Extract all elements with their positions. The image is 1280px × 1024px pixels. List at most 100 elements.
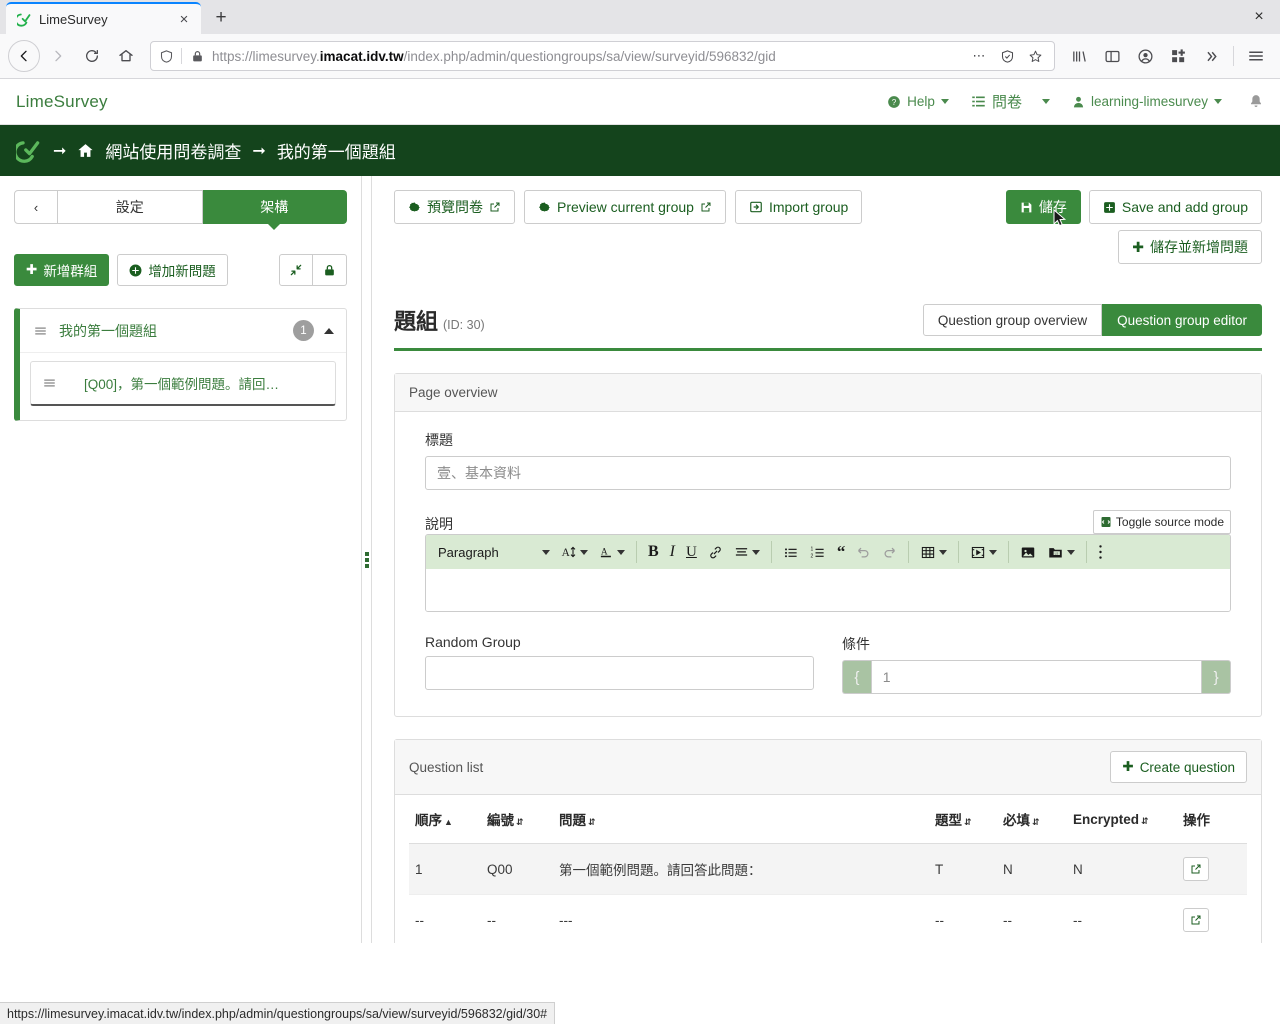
sidebar-tab-structure[interactable]: 架構 [202, 190, 347, 230]
table-row[interactable]: -- -- --- -- -- -- [409, 894, 1247, 943]
align-icon[interactable] [730, 539, 764, 565]
extensions-add-icon[interactable] [1162, 40, 1194, 72]
open-external-icon[interactable] [1183, 908, 1209, 932]
toolbar-divider [636, 541, 637, 563]
col-type-label: 題型 [935, 813, 962, 828]
back-button[interactable] [8, 40, 40, 72]
condition-input[interactable]: 1 [870, 660, 1203, 694]
col-encrypted[interactable]: Encrypted ⇵ [1067, 795, 1177, 844]
toolbar-divider [770, 541, 772, 563]
sidebar-collapse-button[interactable]: ‹ [14, 190, 58, 224]
description-editor-content[interactable] [426, 569, 1230, 611]
cell-order: -- [409, 894, 481, 943]
italic-icon[interactable]: I [666, 539, 679, 565]
save-and-add-question-button[interactable]: ✚ 儲存並新增問題 [1118, 230, 1262, 264]
preview-current-group-button[interactable]: Preview current group [524, 190, 726, 224]
col-order[interactable]: 順序 ▲ [409, 795, 481, 844]
browser-tab[interactable]: LimeSurvey × [6, 2, 201, 34]
tracking-protection-icon[interactable] [994, 43, 1020, 69]
reload-button[interactable] [76, 40, 108, 72]
limesurvey-logo-icon[interactable] [16, 138, 42, 164]
drag-handle-icon[interactable] [32, 324, 49, 338]
create-question-button[interactable]: ✚ Create question [1110, 751, 1247, 783]
hamburger-menu-icon[interactable] [1240, 40, 1272, 72]
user-menu[interactable]: learning-limesurvey [1072, 94, 1222, 109]
random-group-input[interactable] [425, 656, 814, 690]
main-content: 預覽問卷 Preview current group Import group … [372, 176, 1280, 943]
group-tree-question-item[interactable]: [Q00]，第一個範例問題。請回… [30, 361, 336, 406]
bold-icon[interactable]: B [644, 539, 663, 565]
bookmark-star-icon[interactable] [1022, 43, 1048, 69]
table-icon[interactable] [916, 539, 951, 565]
redo-icon[interactable] [878, 539, 901, 565]
help-menu[interactable]: ? Help [887, 94, 949, 109]
drag-handle-icon[interactable] [41, 376, 58, 390]
library-icon[interactable] [1063, 40, 1095, 72]
blockquote-icon[interactable]: “ [833, 539, 850, 565]
url-bar[interactable]: https://limesurvey.imacat.idv.tw/index.p… [150, 41, 1055, 71]
cell-mandatory: N [997, 843, 1067, 895]
paragraph-style-dropdown[interactable]: Paragraph [434, 539, 554, 565]
chevron-up-icon[interactable] [324, 327, 334, 334]
toggle-source-mode-button[interactable]: Toggle source mode [1092, 510, 1231, 534]
breadcrumb-group[interactable]: 我的第一個題組 [277, 138, 396, 163]
title-input[interactable]: 壹、基本資料 [425, 456, 1231, 490]
col-actions: 操作 [1177, 795, 1247, 844]
sidebar-icon[interactable] [1096, 40, 1128, 72]
file-icon[interactable]: LS [1043, 539, 1079, 565]
link-icon[interactable] [704, 539, 727, 565]
table-header: 順序 ▲ 編號 ⇵ 問題 ⇵ 題型 ⇵ 必填 ⇵ Encrypted ⇵ 操作 [409, 795, 1247, 844]
text-color-icon[interactable]: A [595, 539, 629, 565]
underline-icon[interactable]: U [682, 539, 701, 565]
col-question[interactable]: 問題 ⇵ [553, 795, 929, 844]
table-row[interactable]: 1 Q00 第一個範例問題。請回答此問題： T N N [409, 843, 1247, 895]
font-size-icon[interactable]: A [557, 539, 592, 565]
app-top-bar: LimeSurvey ? Help 問卷 learning-limesurvey [0, 79, 1280, 125]
close-icon[interactable]: × [175, 10, 193, 28]
notifications-bell-icon[interactable] [1248, 93, 1264, 110]
breadcrumb-survey[interactable]: 網站使用問卷調查 [105, 138, 241, 163]
save-button[interactable]: 儲存 [1005, 190, 1081, 224]
survey-menu[interactable]: 問卷 [971, 91, 1050, 112]
lock-icon[interactable] [313, 254, 347, 286]
app-logo[interactable]: LimeSurvey [16, 92, 108, 112]
tab-question-group-overview[interactable]: Question group overview [922, 304, 1103, 336]
col-mandatory[interactable]: 必填 ⇵ [997, 795, 1067, 844]
open-external-icon[interactable] [1183, 857, 1209, 881]
account-icon[interactable] [1129, 40, 1161, 72]
add-question-button[interactable]: 增加新問題 [117, 254, 228, 286]
tab-question-group-editor[interactable]: Question group editor [1102, 304, 1262, 336]
add-group-button[interactable]: ✚ 新增群組 [14, 254, 110, 286]
shield-icon[interactable] [157, 49, 175, 64]
image-icon[interactable] [1016, 539, 1040, 565]
url-text: https://limesurvey.imacat.idv.tw/index.p… [212, 48, 776, 64]
group-tree-header[interactable]: 我的第一個題組 1 [20, 309, 346, 353]
cell-type: -- [929, 894, 997, 943]
lock-icon[interactable] [188, 50, 206, 63]
sidebar-tab-settings[interactable]: 設定 [58, 190, 203, 224]
cell-type: T [929, 843, 997, 895]
sidebar-action-buttons: ✚ 新增群組 增加新問題 [14, 254, 347, 286]
window-close-button[interactable]: × [1248, 6, 1270, 28]
new-tab-button[interactable]: + [207, 4, 235, 32]
collapse-all-icon[interactable] [279, 254, 313, 286]
survey-label: 問卷 [991, 94, 1022, 111]
home-icon[interactable] [77, 142, 94, 159]
save-and-add-group-button[interactable]: Save and add group [1088, 190, 1262, 224]
more-options-icon[interactable] [1094, 539, 1107, 565]
import-group-button[interactable]: Import group [734, 190, 863, 224]
bullet-list-icon[interactable] [779, 539, 803, 565]
page-actions-icon[interactable]: ⋯ [966, 43, 992, 69]
col-type[interactable]: 題型 ⇵ [929, 795, 997, 844]
overflow-chevron-icon[interactable] [1195, 40, 1227, 72]
preview-survey-button[interactable]: 預覽問卷 [394, 190, 515, 224]
panel-splitter[interactable] [362, 176, 372, 943]
col-code[interactable]: 編號 ⇵ [481, 795, 553, 844]
group-tree-name[interactable]: 我的第一個題組 [59, 321, 283, 341]
undo-icon[interactable] [852, 539, 875, 565]
save-and-add-group-label: Save and add group [1121, 199, 1248, 215]
media-icon[interactable] [966, 539, 1001, 565]
forward-button[interactable] [42, 40, 74, 72]
numbered-list-icon[interactable]: 12 [806, 539, 830, 565]
home-button[interactable] [110, 40, 142, 72]
